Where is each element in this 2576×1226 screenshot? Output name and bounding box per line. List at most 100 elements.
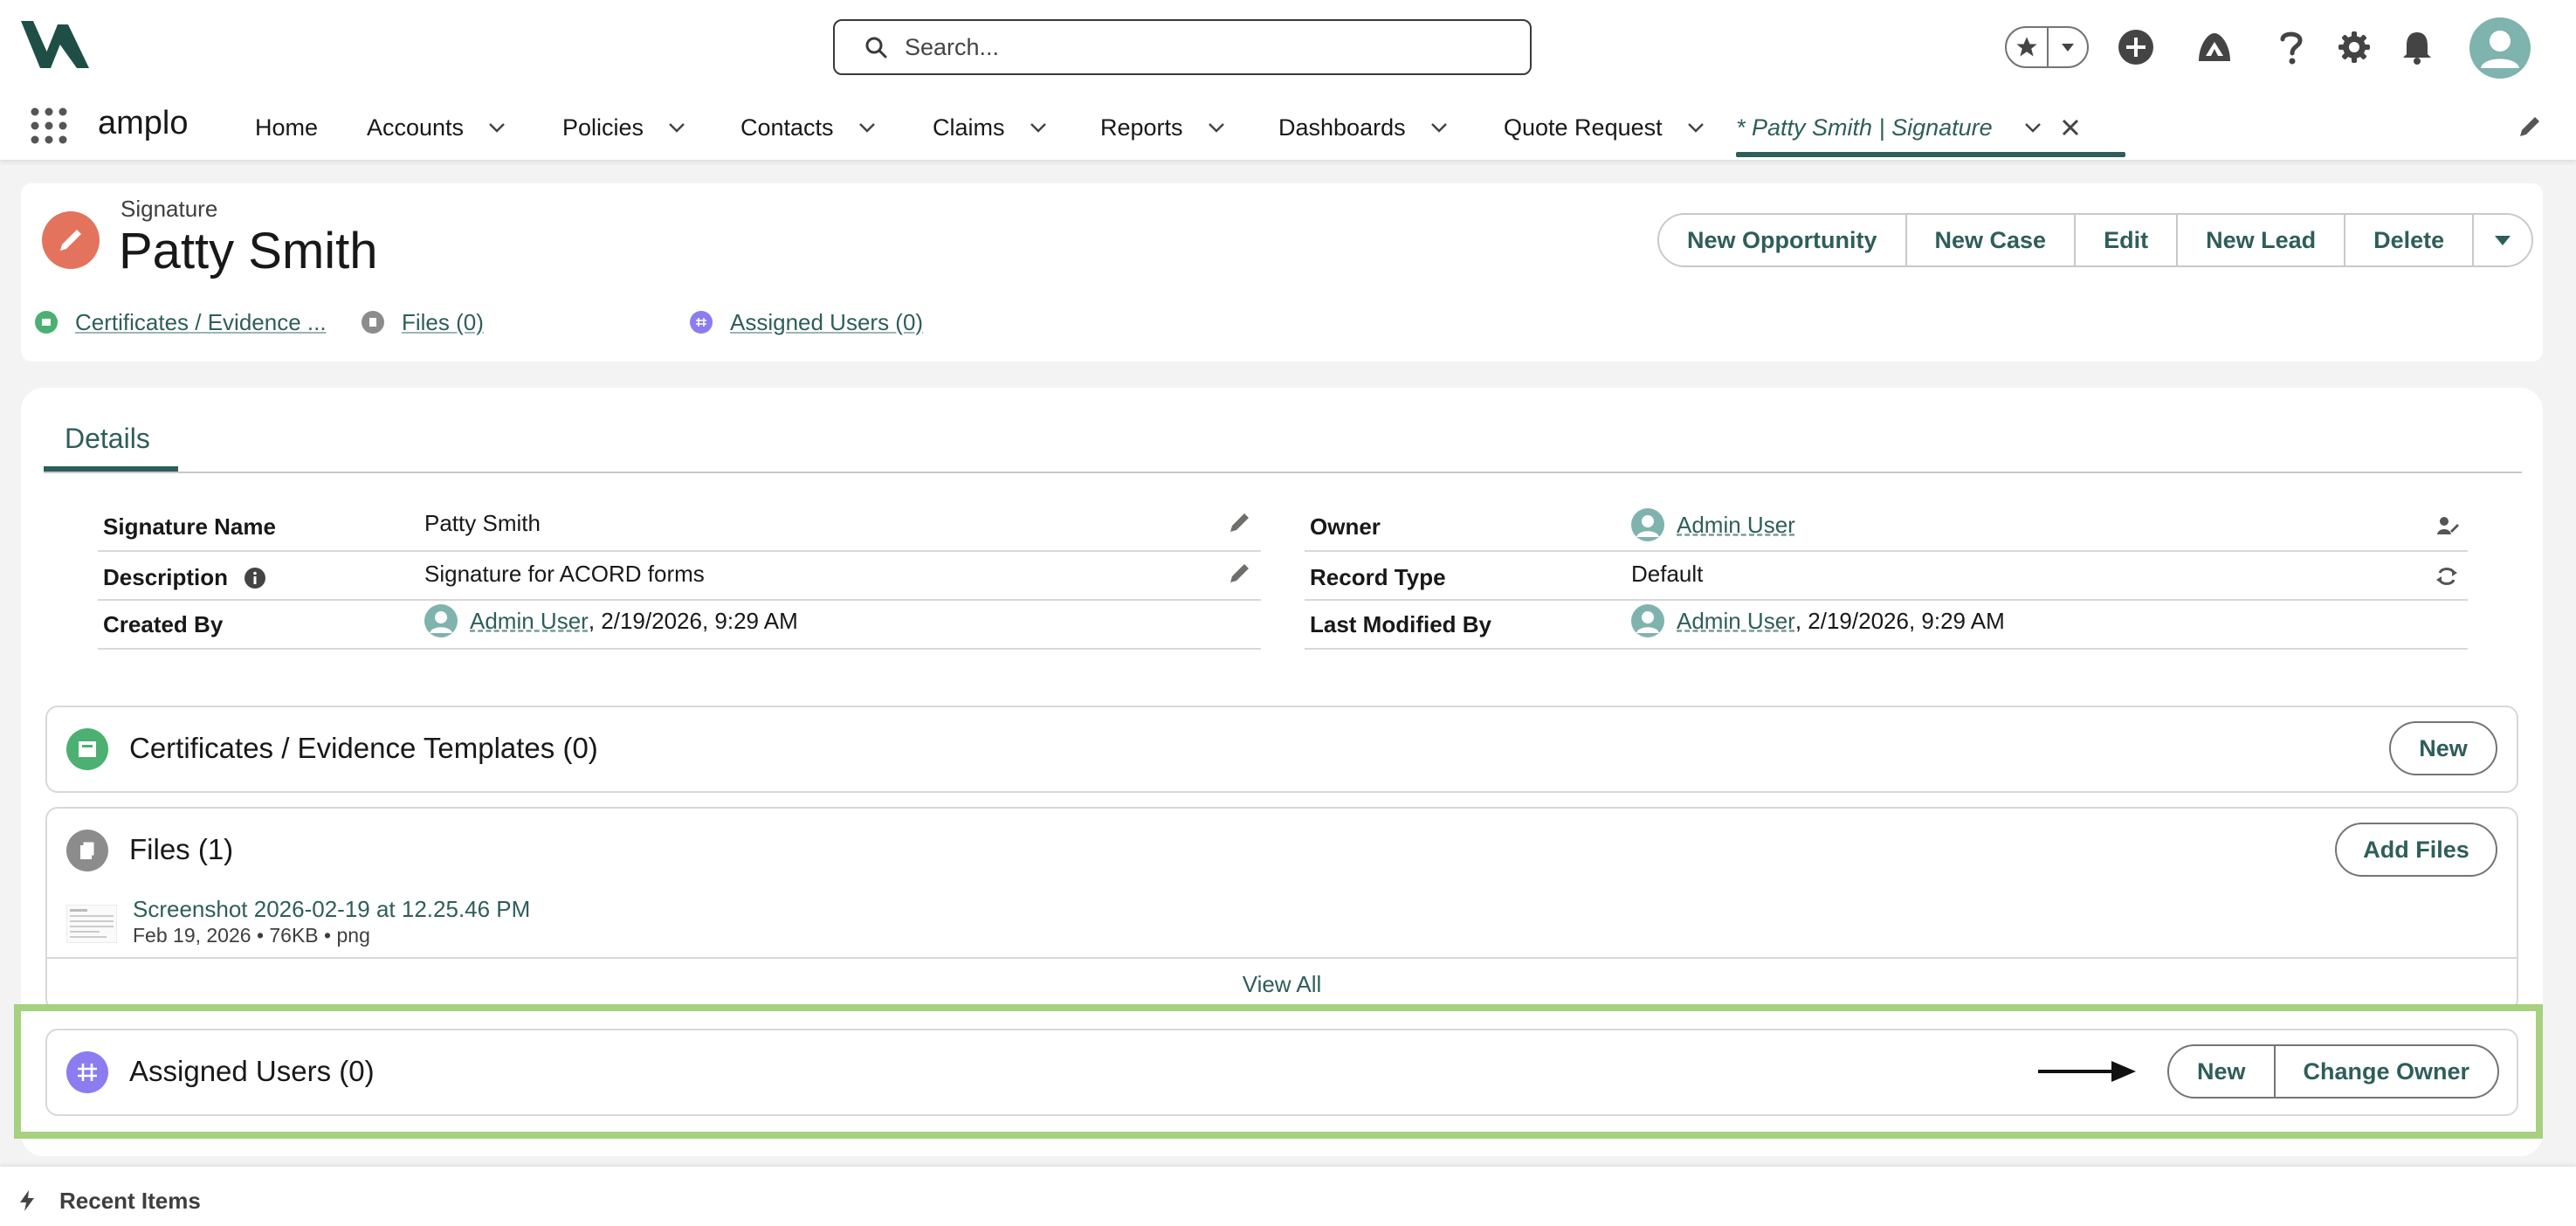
- edit-button[interactable]: Edit: [2076, 215, 2179, 265]
- tab-details[interactable]: Details: [65, 423, 150, 455]
- signature-name-value: Patty Smith: [424, 510, 541, 536]
- chevron-down-icon[interactable]: [1685, 117, 1706, 138]
- related-link-label[interactable]: Assigned Users (0): [730, 309, 923, 336]
- description-value: Signature for ACORD forms: [424, 561, 705, 587]
- view-all-files-link[interactable]: View All: [45, 957, 2518, 1009]
- lightning-bolt-icon: [20, 1190, 34, 1211]
- files-icon: [362, 311, 384, 334]
- field-divider: [98, 599, 1261, 601]
- edit-pencil-icon[interactable]: [1228, 561, 1252, 585]
- close-tab-icon[interactable]: [2061, 118, 2080, 137]
- nav-item-reports[interactable]: Reports: [1100, 110, 1227, 145]
- recent-items-button[interactable]: Recent Items: [59, 1188, 201, 1215]
- certificates-list-title[interactable]: Certificates / Evidence Templates (0): [129, 732, 598, 765]
- record-title: Patty Smith: [119, 223, 378, 279]
- created-by-date: , 2/19/2026, 9:29 AM: [588, 607, 798, 634]
- add-files-button[interactable]: Add Files: [2335, 823, 2497, 877]
- nav-item-claims[interactable]: Claims: [933, 110, 1049, 145]
- nav-item-label: Accounts: [367, 114, 465, 141]
- change-record-type-icon[interactable]: [2435, 564, 2459, 589]
- field-divider: [98, 648, 1261, 650]
- app-name: amplo: [98, 105, 189, 141]
- nav-item-policies[interactable]: Policies: [562, 110, 687, 145]
- certificate-icon: [66, 728, 108, 770]
- favorites-group[interactable]: [2005, 26, 2089, 68]
- last-modified-by-user-link[interactable]: Admin User: [1677, 608, 1795, 635]
- files-list-title[interactable]: Files (1): [129, 833, 233, 866]
- new-opportunity-button[interactable]: New Opportunity: [1659, 215, 1907, 265]
- nav-item-contacts[interactable]: Contacts: [740, 110, 878, 145]
- favorite-star-icon[interactable]: [2007, 28, 2049, 66]
- change-owner-icon[interactable]: [2435, 513, 2459, 538]
- chevron-down-icon[interactable]: [666, 117, 687, 138]
- related-link-label[interactable]: Certificates / Evidence ...: [75, 309, 327, 336]
- chevron-down-icon[interactable]: [1206, 117, 1227, 138]
- more-actions-button[interactable]: [2474, 215, 2532, 265]
- field-divider: [98, 550, 1261, 552]
- user-avatar-icon: [424, 604, 458, 637]
- nav-item-label: Claims: [933, 114, 1005, 141]
- last-modified-by-date: , 2/19/2026, 9:29 AM: [1794, 607, 2005, 634]
- nav-item-label: Policies: [562, 114, 644, 141]
- chevron-down-icon[interactable]: [2022, 117, 2043, 138]
- view-all-label[interactable]: View All: [1243, 971, 1322, 998]
- details-divider: [44, 472, 2522, 473]
- related-link-certificates[interactable]: Certificates / Evidence ...: [35, 307, 327, 337]
- trailhead-icon[interactable]: [2194, 26, 2235, 68]
- global-actions-add-icon[interactable]: [2115, 26, 2157, 68]
- last-modified-by-label: Last Modified By: [1310, 611, 1492, 637]
- related-link-label[interactable]: Files (0): [402, 309, 484, 336]
- notifications-bell-icon[interactable]: [2396, 26, 2438, 68]
- help-icon[interactable]: [2270, 26, 2312, 68]
- related-link-files[interactable]: Files (0): [362, 307, 484, 337]
- edit-nav-pencil-icon[interactable]: [2517, 114, 2543, 140]
- chevron-down-icon: [2495, 236, 2511, 245]
- setup-gear-icon[interactable]: [2333, 26, 2375, 68]
- chevron-down-icon[interactable]: [857, 117, 878, 138]
- new-case-button[interactable]: New Case: [1906, 215, 2077, 265]
- record-type-label: Signature: [121, 196, 218, 222]
- user-avatar-icon[interactable]: [2469, 17, 2531, 79]
- certificate-icon: [35, 311, 58, 334]
- global-search-input[interactable]: [833, 19, 1532, 75]
- description-label-text: Description: [103, 564, 229, 590]
- nav-item-accounts[interactable]: Accounts: [367, 110, 507, 145]
- owner-user-link[interactable]: Admin User: [1677, 512, 1795, 539]
- signature-name-label: Signature Name: [103, 513, 276, 540]
- search-field[interactable]: [905, 33, 1429, 61]
- chevron-down-icon[interactable]: [1028, 117, 1049, 138]
- file-thumbnail-icon[interactable]: [66, 905, 117, 943]
- utility-bar: [0, 1167, 2576, 1226]
- chevron-down-icon[interactable]: [1429, 117, 1450, 138]
- app-launcher-icon[interactable]: [30, 107, 68, 145]
- nav-item-home[interactable]: Home: [255, 110, 318, 145]
- delete-button[interactable]: Delete: [2345, 215, 2475, 265]
- last-modified-by-value: Admin User , 2/19/2026, 9:29 AM: [1631, 604, 2005, 637]
- search-icon: [865, 37, 887, 59]
- nav-item-quote-request[interactable]: Quote Request: [1504, 110, 1706, 145]
- signature-record-icon: [42, 211, 100, 269]
- new-lead-button[interactable]: New Lead: [2178, 215, 2346, 265]
- user-avatar-icon: [1631, 508, 1664, 541]
- nav-item-dashboards[interactable]: Dashboards: [1278, 110, 1450, 145]
- related-link-assigned-users[interactable]: Assigned Users (0): [690, 307, 923, 337]
- active-tab-label: * Patty Smith | Signature: [1736, 114, 1993, 141]
- nav-item-label: Quote Request: [1504, 114, 1663, 141]
- nav-item-label: Reports: [1100, 114, 1183, 141]
- user-avatar-icon: [1631, 604, 1664, 637]
- record-type-label: Record Type: [1310, 564, 1446, 590]
- created-by-user-link[interactable]: Admin User: [470, 608, 589, 635]
- app-logo-icon[interactable]: [21, 17, 91, 72]
- edit-pencil-icon[interactable]: [1228, 510, 1252, 534]
- new-certificate-button[interactable]: New: [2389, 721, 2497, 775]
- favorites-menu-icon[interactable]: [2049, 28, 2087, 66]
- description-label: Description: [103, 564, 266, 591]
- files-icon: [66, 830, 108, 871]
- file-name-link[interactable]: Screenshot 2026-02-19 at 12.25.46 PM: [133, 896, 530, 923]
- file-meta: Feb 19, 2026 • 76KB • png: [133, 924, 370, 947]
- info-icon[interactable]: [244, 567, 266, 589]
- record-type-value: Default: [1631, 561, 1704, 587]
- nav-item-label: Dashboards: [1278, 114, 1406, 141]
- tab-patty-smith-signature[interactable]: * Patty Smith | Signature: [1736, 110, 2080, 145]
- chevron-down-icon[interactable]: [486, 117, 507, 138]
